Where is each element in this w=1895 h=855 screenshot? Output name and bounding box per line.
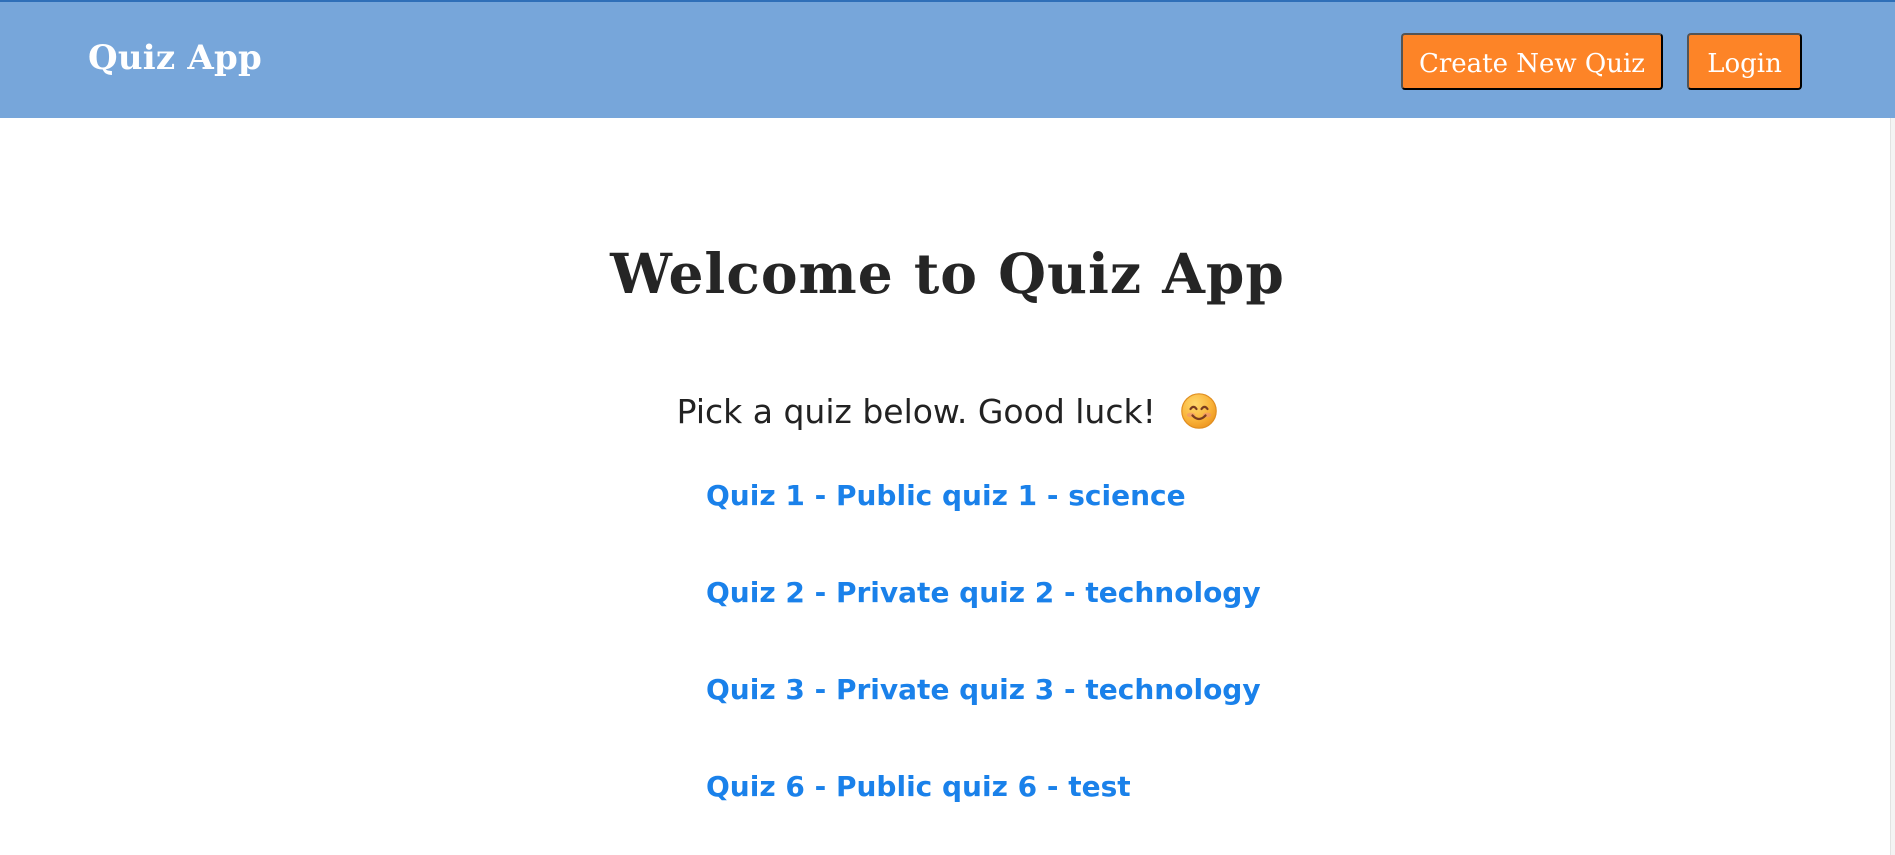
top-navbar: Quiz App Create New Quiz Login: [0, 0, 1895, 118]
page-subtitle: Pick a quiz below. Good luck!: [0, 388, 1895, 436]
app-brand[interactable]: Quiz App: [88, 38, 262, 78]
quiz-list-item: Quiz 2 - Private quiz 2 - technology: [706, 571, 1261, 668]
quiz-link-3[interactable]: Quiz 3 - Private quiz 3 - technology: [706, 673, 1261, 706]
vertical-scrollbar[interactable]: [1890, 118, 1895, 855]
quiz-link-6[interactable]: Quiz 6 - Public quiz 6 - test: [706, 770, 1131, 803]
quiz-link-2[interactable]: Quiz 2 - Private quiz 2 - technology: [706, 576, 1261, 609]
quiz-list: Quiz 1 - Public quiz 1 - science Quiz 2 …: [706, 474, 1261, 855]
subtitle-text: Pick a quiz below. Good luck!: [676, 392, 1156, 431]
quiz-link-1[interactable]: Quiz 1 - Public quiz 1 - science: [706, 479, 1186, 512]
smiling-face-icon: [1180, 392, 1218, 430]
login-button[interactable]: Login: [1687, 33, 1802, 90]
page-title: Welcome to Quiz App: [610, 240, 1285, 306]
create-new-quiz-button[interactable]: Create New Quiz: [1401, 33, 1663, 90]
quiz-list-item: Quiz 6 - Public quiz 6 - test: [706, 765, 1261, 855]
quiz-list-item: Quiz 3 - Private quiz 3 - technology: [706, 668, 1261, 765]
quiz-list-item: Quiz 1 - Public quiz 1 - science: [706, 474, 1261, 571]
